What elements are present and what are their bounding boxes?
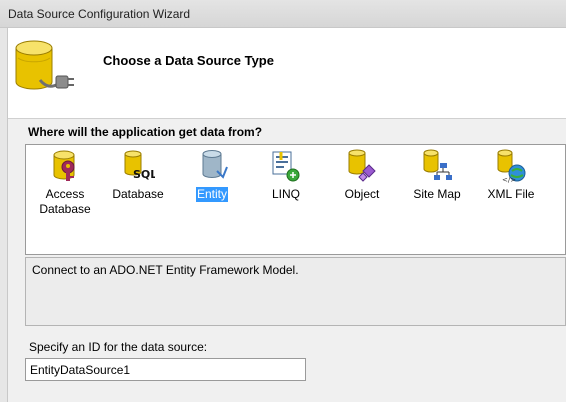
data-source-type-list[interactable]: Access Database SQL Database Entity LINQ… xyxy=(25,144,566,255)
type-item-label: LINQ xyxy=(271,187,300,201)
object-icon xyxy=(345,149,379,183)
page-title: Choose a Data Source Type xyxy=(103,53,274,68)
svg-text:</>: </> xyxy=(502,176,516,183)
window-title: Data Source Configuration Wizard xyxy=(8,7,191,21)
type-item-xml-file[interactable]: </> XML File xyxy=(478,149,544,203)
title-bar: Data Source Configuration Wizard xyxy=(0,0,566,28)
type-description: Connect to an ADO.NET Entity Framework M… xyxy=(32,263,299,277)
site-map-icon xyxy=(420,149,454,183)
type-item-label: Object xyxy=(344,187,380,201)
data-source-id-input[interactable] xyxy=(25,358,306,381)
wizard-header: Choose a Data Source Type xyxy=(8,28,566,119)
linq-icon xyxy=(269,149,303,183)
type-item-object[interactable]: Object xyxy=(329,149,395,203)
type-item-label: Entity xyxy=(195,187,228,202)
window-left-edge xyxy=(0,28,8,402)
type-item-label: Site Map xyxy=(413,187,461,201)
data-source-id-label: Specify an ID for the data source: xyxy=(29,340,208,354)
data-source-question: Where will the application get data from… xyxy=(28,125,263,139)
type-item-entity[interactable]: Entity xyxy=(179,149,245,203)
type-item-database[interactable]: SQL Database xyxy=(105,149,171,203)
database-plug-icon xyxy=(12,36,78,107)
xml-file-icon: </> xyxy=(494,149,528,184)
entity-icon xyxy=(195,149,229,183)
type-item-label: Database xyxy=(112,187,164,201)
type-item-access-database[interactable]: Access Database xyxy=(32,149,98,218)
sql-database-icon: SQL xyxy=(121,149,157,183)
type-item-linq[interactable]: LINQ xyxy=(253,149,319,203)
type-item-site-map[interactable]: Site Map xyxy=(404,149,470,203)
access-database-icon xyxy=(48,149,82,183)
description-panel: Connect to an ADO.NET Entity Framework M… xyxy=(25,257,566,326)
svg-text:SQL: SQL xyxy=(133,168,155,181)
type-item-label: Access Database xyxy=(39,187,91,216)
type-item-label: XML File xyxy=(487,187,535,201)
